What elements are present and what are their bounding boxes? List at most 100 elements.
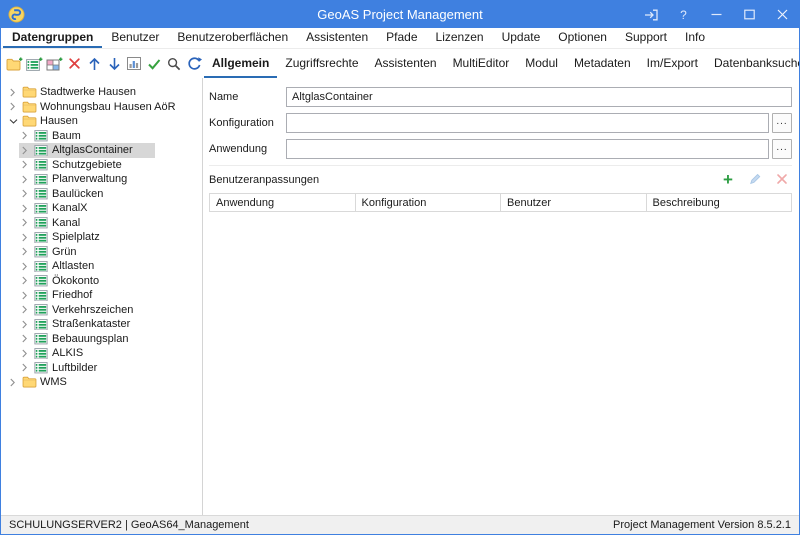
tab-datenbanksuche[interactable]: Datenbanksuche [706,49,800,78]
chevron-right-icon[interactable] [7,88,22,97]
preview-button[interactable] [125,53,143,74]
column-header-konfiguration[interactable]: Konfiguration [355,194,501,212]
tree-item-hausen[interactable]: Hausen [1,114,202,129]
anwendung-browse-button[interactable]: ... [772,139,792,159]
apply-button[interactable] [145,53,163,74]
tree-item-gr-n[interactable]: Grün [1,245,202,260]
chevron-right-icon[interactable] [19,262,34,271]
arrow-up-icon [87,56,102,72]
tab-zugriffsrechte[interactable]: Zugriffsrechte [277,49,366,78]
tree-item-luftbilder[interactable]: Luftbilder [1,361,202,376]
tree-item-schutzgebiete[interactable]: Schutzgebiete [1,158,202,173]
tab-modul[interactable]: Modul [517,49,566,78]
chevron-right-icon[interactable] [19,305,34,314]
chevron-down-icon[interactable] [7,118,22,125]
chevron-right-icon[interactable] [7,378,22,387]
chevron-right-icon[interactable] [19,131,34,140]
column-header-beschreibung[interactable]: Beschreibung [646,194,792,212]
chevron-right-icon[interactable] [19,160,34,169]
add-customization-button[interactable]: + [720,172,736,188]
new-folder-button[interactable] [5,53,23,74]
chevron-right-icon[interactable] [19,363,34,372]
customizations-table-header: AnwendungKonfigurationBenutzerBeschreibu… [210,194,792,212]
name-input[interactable] [286,87,792,107]
tree-item-content: WMS [7,375,89,390]
chevron-right-icon[interactable] [19,320,34,329]
tree-item-stadtwerke-hausen[interactable]: Stadtwerke Hausen [1,85,202,100]
tree-item-label: ALKIS [51,347,83,359]
chevron-right-icon[interactable] [19,218,34,227]
move-up-button[interactable] [85,53,103,74]
tab-im-export[interactable]: Im/Export [639,49,706,78]
anwendung-input[interactable] [286,139,769,159]
plus-icon: + [723,173,733,187]
tree-item-planverwaltung[interactable]: Planverwaltung [1,172,202,187]
column-header-anwendung[interactable]: Anwendung [210,194,356,212]
menu-item-support[interactable]: Support [616,28,676,48]
tree-item-content: ALKIS [19,346,105,361]
tree-item-baum[interactable]: Baum [1,129,202,144]
tree-item-verkehrszeichen[interactable]: Verkehrszeichen [1,303,202,318]
chevron-right-icon[interactable] [19,276,34,285]
chevron-right-icon[interactable] [19,247,34,256]
folder-icon [22,101,39,113]
minimize-button[interactable] [700,1,733,28]
close-icon [777,9,788,20]
chevron-right-icon[interactable] [19,349,34,358]
maximize-button[interactable] [733,1,766,28]
menu-item-benutzeroberfl-chen[interactable]: Benutzeroberflächen [168,28,297,48]
chevron-right-icon[interactable] [7,102,22,111]
tree-item-stra-enkataster[interactable]: Straßenkataster [1,317,202,332]
menu-item-datengruppen[interactable]: Datengruppen [3,28,102,48]
chevron-right-icon[interactable] [19,291,34,300]
datagroup-icon [34,217,51,229]
menu-item-benutzer[interactable]: Benutzer [102,28,168,48]
konfiguration-input[interactable] [286,113,769,133]
chevron-right-icon[interactable] [19,334,34,343]
tree-item-content: Stadtwerke Hausen [7,85,158,100]
menu-item-info[interactable]: Info [676,28,714,48]
edit-customization-button[interactable] [747,172,763,188]
konfiguration-browse-button[interactable]: ... [772,113,792,133]
close-button[interactable] [766,1,799,28]
tree-item-spielplatz[interactable]: Spielplatz [1,230,202,245]
tree-item-bebauungsplan[interactable]: Bebauungsplan [1,332,202,347]
chevron-right-icon[interactable] [19,175,34,184]
menu-item-pfade[interactable]: Pfade [377,28,426,48]
tree-item-kanalx[interactable]: KanalX [1,201,202,216]
signout-button[interactable] [634,1,667,28]
chevron-right-icon[interactable] [19,204,34,213]
column-header-benutzer[interactable]: Benutzer [501,194,647,212]
datagroup-icon [34,246,51,258]
tree-item-kanal[interactable]: Kanal [1,216,202,231]
chevron-right-icon[interactable] [19,146,34,155]
tree-item-kokonto[interactable]: Ökokonto [1,274,202,289]
move-down-button[interactable] [105,53,123,74]
datagroup-icon [34,275,51,287]
menu-item-assistenten[interactable]: Assistenten [297,28,377,48]
tab-multieditor[interactable]: MultiEditor [445,49,518,78]
delete-customization-button[interactable] [774,172,790,188]
chevron-right-icon[interactable] [19,189,34,198]
help-button[interactable]: ? [667,1,700,28]
search-button[interactable] [165,53,183,74]
tree-item-altlasten[interactable]: Altlasten [1,259,202,274]
refresh-button[interactable] [185,53,203,74]
delete-button[interactable] [65,53,83,74]
new-view-button[interactable] [45,53,63,74]
tree-item-baul-cken[interactable]: Baulücken [1,187,202,202]
menu-item-update[interactable]: Update [493,28,550,48]
tree-item-alkis[interactable]: ALKIS [1,346,202,361]
tree-item-altglascontainer[interactable]: AltglasContainer [1,143,202,158]
tree-item-wms[interactable]: WMS [1,375,202,390]
new-datagroup-button[interactable] [25,53,43,74]
menu-item-lizenzen[interactable]: Lizenzen [427,28,493,48]
chevron-right-icon[interactable] [19,233,34,242]
tree-item-wohnungsbau-hausen-a-r[interactable]: Wohnungsbau Hausen AöR [1,100,202,115]
menu-item-optionen[interactable]: Optionen [549,28,616,48]
tab-metadaten[interactable]: Metadaten [566,49,639,78]
tab-allgemein[interactable]: Allgemein [204,49,277,78]
app-logo-icon [8,6,25,23]
tab-assistenten[interactable]: Assistenten [367,49,445,78]
tree-item-friedhof[interactable]: Friedhof [1,288,202,303]
